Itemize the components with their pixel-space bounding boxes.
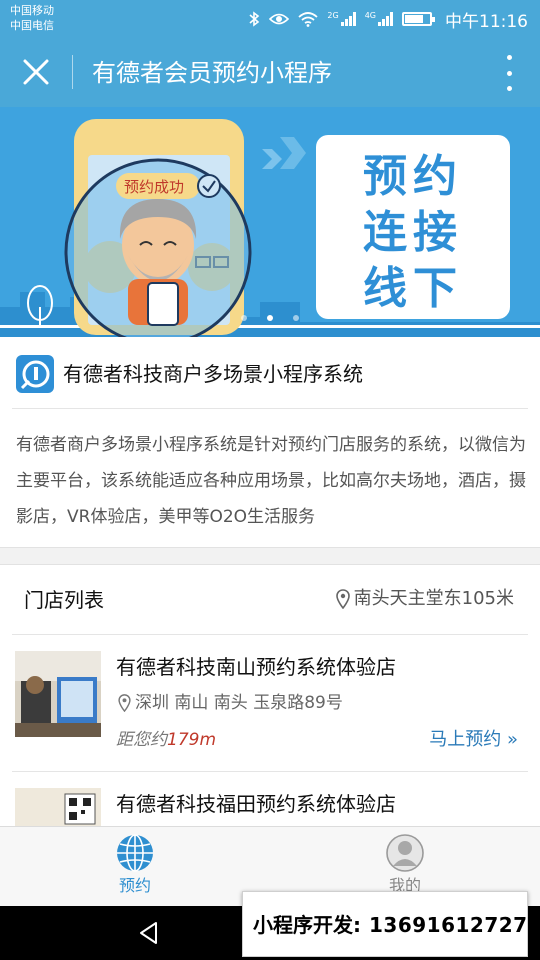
tab-label: 预约 [118, 876, 151, 895]
merchant-card: 有德者科技商户多场景小程序系统 有德者商户多场景小程序系统是针对预约门店服务的系… [0, 337, 540, 547]
developer-phone: 13691612727 [369, 913, 528, 937]
user-icon [386, 834, 424, 872]
carousel-dot-active[interactable] [267, 315, 273, 321]
merchant-name: 有德者科技商户多场景小程序系统 [63, 362, 363, 386]
store-distance: 距您约179m [116, 726, 216, 754]
signal-icon [340, 12, 356, 26]
status-bar: 中国移动 中国电信 2G 4G 中午11:16 [0, 0, 540, 37]
page-title: 有德者会员预约小程序 [92, 59, 332, 87]
store-item[interactable]: 有德者科技福田预约系统体验店 [0, 772, 540, 826]
back-triangle-icon[interactable] [136, 920, 162, 946]
network-type-1: 2G [327, 10, 339, 20]
signal-icon-2 [378, 12, 393, 26]
store-photo [15, 788, 101, 826]
carrier-1: 中国移动 [10, 4, 54, 17]
carousel-dot[interactable] [293, 315, 299, 321]
status-icons: 2G 4G 中午11:16 [248, 8, 528, 32]
store-name: 有德者科技福田预约系统体验店 [116, 792, 396, 816]
wifi-icon [298, 12, 319, 27]
store-address-text: 深圳 南山 南头 玉泉路89号 [135, 693, 343, 713]
store-list-header: 门店列表 南头天主堂东105米 [0, 565, 540, 635]
location-pin-icon [335, 589, 350, 609]
battery-icon [402, 12, 435, 26]
carousel-dot[interactable] [241, 315, 247, 321]
nav-divider [72, 55, 73, 89]
banner-carousel[interactable]: 预约成功 预约 连接 线下 [0, 107, 540, 337]
store-item[interactable]: 有德者科技南山预约系统体验店 深圳 南山 南头 玉泉路89号 距您约179m 马… [0, 635, 540, 772]
bluetooth-icon [249, 11, 260, 27]
carousel-indicators [0, 315, 540, 321]
divider [12, 408, 528, 409]
banner-slogan: 预约 连接 线下 [316, 135, 510, 319]
merchant-description: 有德者商户多场景小程序系统是针对预约门店服务的系统，以微信为主要平台，该系统能适… [16, 435, 526, 527]
store-list-title: 门店列表 [24, 588, 104, 612]
store-address: 深圳 南山 南头 玉泉路89号 [118, 689, 343, 717]
network-type-2: 4G [364, 10, 376, 20]
slogan-line-2: 连接 [363, 207, 463, 258]
location-pin-icon [118, 694, 131, 712]
slogan-line-1: 预约 [363, 151, 463, 202]
developer-contact-text: 小程序开发: 13691612727 [253, 910, 528, 940]
carrier-2: 中国电信 [10, 19, 54, 32]
distance-value: 179m [167, 730, 217, 750]
globe-icon [117, 834, 153, 872]
store-name: 有德者科技南山预约系统体验店 [116, 655, 396, 679]
more-vertical-icon[interactable] [504, 55, 514, 91]
slogan-line-3: 线下 [363, 263, 463, 314]
current-location[interactable]: 南头天主堂东105米 [335, 585, 514, 613]
close-icon[interactable] [18, 54, 54, 90]
developer-label: 小程序开发: [253, 913, 361, 937]
carrier-info: 中国移动 中国电信 [10, 3, 54, 33]
banner-badge-text: 预约成功 [124, 178, 184, 196]
clock: 中午11:16 [445, 11, 528, 32]
distance-prefix: 距您约 [116, 730, 167, 750]
book-now-link[interactable]: 马上预约 » [429, 726, 518, 754]
current-location-text: 南头天主堂东105米 [353, 588, 514, 609]
store-photo [15, 651, 101, 737]
developer-contact-banner: 小程序开发: 13691612727 [242, 891, 528, 957]
nav-bar: 有德者会员预约小程序 [0, 37, 540, 107]
tab-booking[interactable]: 预约 [90, 833, 180, 903]
eye-icon [269, 13, 290, 25]
merchant-logo-icon [16, 355, 54, 393]
section-gap [0, 547, 540, 565]
